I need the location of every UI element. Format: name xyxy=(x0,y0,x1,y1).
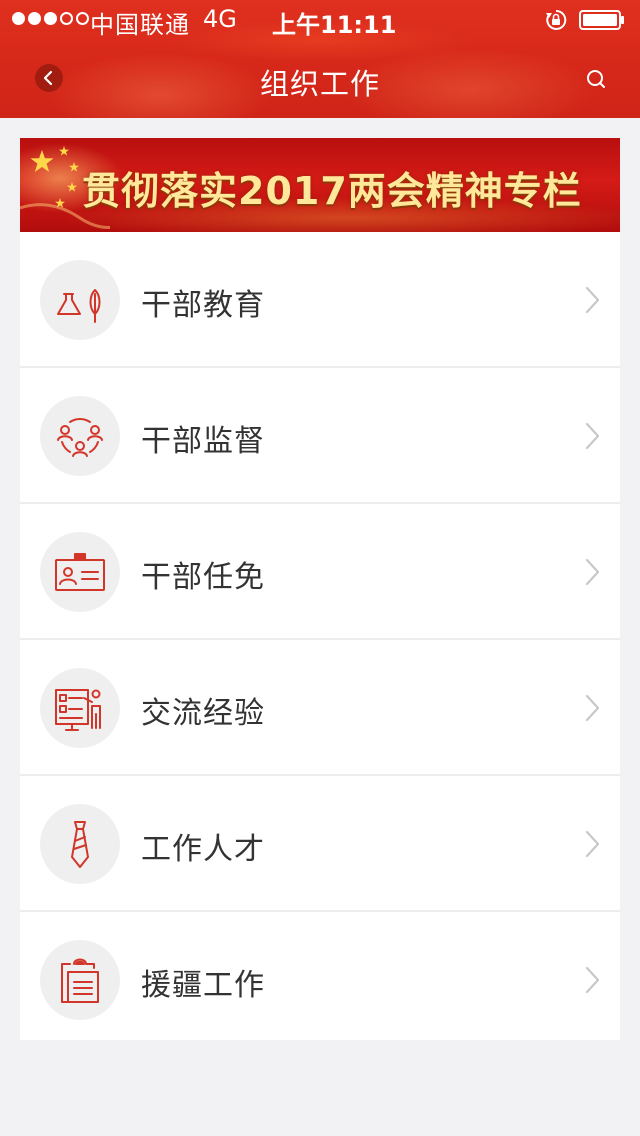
menu-item-icon-bg xyxy=(40,940,120,1020)
signal-dot xyxy=(76,12,89,25)
menu-item-label: 援疆工作 xyxy=(141,968,265,1003)
nav-bar: 组织工作 xyxy=(0,40,640,118)
chevron-right-icon xyxy=(585,694,600,722)
chevron-right-icon xyxy=(585,830,600,858)
search-icon[interactable] xyxy=(583,66,609,92)
chevron-right-icon xyxy=(585,422,600,450)
network-type: 4G xyxy=(203,5,237,33)
menu-item-experience-exchange[interactable]: 交流经验 xyxy=(20,640,620,776)
signal-dot xyxy=(28,12,41,25)
promo-banner[interactable]: 贯彻落实2017两会精神专栏 xyxy=(20,138,620,232)
signal-dot xyxy=(60,12,73,25)
menu-item-talent[interactable]: 工作人才 xyxy=(20,776,620,912)
battery-icon xyxy=(579,10,624,30)
menu-item-icon-bg xyxy=(40,260,120,340)
menu-list: 干部教育 干部监督 干部任免 交流经验 工作人才 援疆工作 xyxy=(20,232,620,1040)
supervision-icon xyxy=(57,417,103,457)
chevron-right-icon xyxy=(585,558,600,586)
signal-dot xyxy=(44,12,57,25)
clipboard-icon xyxy=(61,958,99,1003)
menu-item-cadre-supervision[interactable]: 干部监督 xyxy=(20,368,620,504)
id-card-icon xyxy=(55,553,105,591)
status-bar: 中国联通 4G 上午11:11 xyxy=(0,0,640,40)
app-root: 中国联通 4G 上午11:11 组织工作 贯彻落实2017两会精神专栏 干部教育… xyxy=(0,0,640,1136)
chevron-right-icon xyxy=(585,286,600,314)
presentation-icon xyxy=(55,689,101,731)
signal-dot xyxy=(12,12,25,25)
menu-item-cadre-education[interactable]: 干部教育 xyxy=(20,232,620,368)
menu-item-label: 干部教育 xyxy=(141,288,265,323)
menu-item-label: 交流经验 xyxy=(141,696,265,731)
menu-item-label: 干部监督 xyxy=(141,424,265,459)
status-time: 上午11:11 xyxy=(272,11,397,39)
carrier-name: 中国联通 xyxy=(90,11,190,39)
education-icon xyxy=(57,289,101,323)
menu-item-icon-bg xyxy=(40,532,120,612)
page-title: 组织工作 xyxy=(259,67,380,101)
menu-item-label: 干部任免 xyxy=(141,560,265,595)
tie-icon xyxy=(71,821,89,868)
orientation-lock-icon xyxy=(546,9,567,30)
menu-item-icon-bg xyxy=(40,668,120,748)
menu-item-label: 工作人才 xyxy=(141,832,265,867)
banner-title: 贯彻落实2017两会精神专栏 xyxy=(82,169,582,213)
menu-item-icon-bg xyxy=(40,396,120,476)
signal-strength-icon xyxy=(12,12,89,25)
header: 中国联通 4G 上午11:11 组织工作 xyxy=(0,0,640,118)
menu-item-icon-bg xyxy=(40,804,120,884)
menu-item-xinjiang-aid[interactable]: 援疆工作 xyxy=(20,912,620,1048)
menu-item-cadre-appointment[interactable]: 干部任免 xyxy=(20,504,620,640)
chevron-right-icon xyxy=(585,966,600,994)
